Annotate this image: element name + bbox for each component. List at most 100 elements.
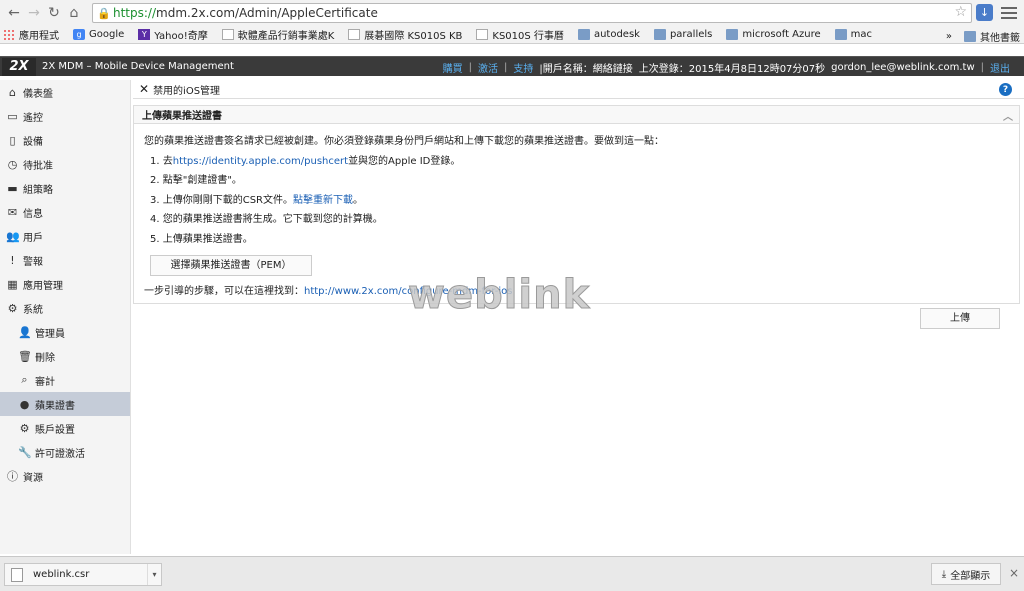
sidebar-item-label: 蘋果證書 (35, 400, 75, 412)
url-scheme: https:// (113, 6, 157, 20)
guide-prefix: 一步引導的步驟，可以在這裡找到： (144, 286, 304, 297)
sidebar-item[interactable]: 👥 用戶 (0, 224, 130, 248)
sidebar-item[interactable]: ! 警報 (0, 248, 130, 272)
last-login: 上次登錄：2015年4月8日12時07分07秒 (638, 63, 826, 75)
sidebar-item[interactable]: ▯ 設備 (0, 128, 130, 152)
bookmark-item[interactable]: microsoft Azure (726, 29, 821, 40)
tab-bar: ✕ 禁用的iOS管理 (133, 80, 1024, 99)
home-icon[interactable]: ⌂ (64, 3, 84, 23)
collapse-icon[interactable]: ︿ (1003, 108, 1013, 123)
trash-icon: 🗑 (18, 349, 32, 363)
buy-link[interactable]: 購買 (443, 60, 463, 75)
help-icon[interactable]: ? (999, 83, 1012, 96)
download-filename: weblink.csr (33, 569, 90, 580)
monitor-icon: ▭ (7, 109, 18, 123)
sidebar-item[interactable]: ⌕ 審計 (0, 368, 130, 392)
bookmarks-other[interactable]: » 其他書籤 (946, 29, 1020, 44)
sidebar-item[interactable]: ⚙ 系統 (0, 296, 130, 320)
activate-link[interactable]: 激活 (478, 60, 498, 75)
yahoo-icon: Y (138, 29, 151, 40)
sidebar-item-label: 審計 (35, 376, 55, 388)
folder-icon (726, 29, 739, 40)
url-path: mdm.2x.com/Admin/AppleCertificate (156, 6, 378, 20)
sidebar-item-label: 賬戶設置 (35, 424, 75, 436)
close-icon[interactable]: ✕ (139, 82, 149, 96)
address-bar[interactable]: 🔒 https://mdm.2x.com/Admin/AppleCertific… (92, 3, 972, 23)
bookmark-item[interactable]: g Google (73, 29, 124, 40)
app-header: 2X 2X MDM – Mobile Device Management 購買 … (0, 56, 1024, 76)
sidebar-item-label: 儀表盤 (23, 88, 53, 100)
bookmarks-overflow[interactable]: » (946, 31, 952, 42)
audit-icon: ⌕ (21, 373, 28, 386)
sidebar-item-label: 設備 (23, 136, 43, 148)
bookmark-label: parallels (669, 29, 713, 40)
phone-icon: ▯ (9, 133, 16, 147)
sidebar-item-label: 管理員 (35, 328, 65, 340)
bookmark-item[interactable]: KS010S 行事曆 (476, 27, 564, 42)
redownload-link[interactable]: 點擊重新下載 (293, 195, 353, 206)
apple-pushcert-link[interactable]: https://identity.apple.com/pushcert (173, 156, 348, 167)
alert-icon: ! (10, 253, 15, 267)
forward-arrow-icon[interactable]: → (24, 3, 44, 23)
support-link[interactable]: 支持 (513, 60, 533, 75)
bookmark-item[interactable]: parallels (653, 29, 713, 40)
bookmark-item[interactable]: 應用程式 (3, 27, 59, 42)
tab-disabled-ios[interactable]: 禁用的iOS管理 (153, 82, 220, 97)
folder-icon (653, 29, 666, 40)
step-5: 5. 上傳蘋果推送證書。 (150, 233, 253, 245)
sidebar-item[interactable]: 👤 管理員 (0, 320, 130, 344)
show-all-label: 全部顯示 (950, 570, 991, 582)
chevron-down-icon[interactable]: ▾ (147, 564, 161, 585)
folder-icon (834, 29, 847, 40)
step-4: 4. 您的蘋果推送證書將生成。它下載到您的計算機。 (150, 214, 383, 225)
bookmark-item[interactable]: autodesk (577, 29, 640, 40)
gears-icon: ⚙ (7, 301, 18, 315)
bookmark-item[interactable]: mac (834, 29, 872, 40)
sidebar-item-label: 組策略 (23, 184, 53, 196)
sidebar-item[interactable]: ▭ 遙控 (0, 104, 130, 128)
sidebar-item[interactable]: 🗑 刪除 (0, 344, 130, 368)
bookmark-label: 應用程式 (19, 31, 59, 42)
sidebar-item[interactable]: ⓘ 資源 (0, 464, 130, 488)
sidebar: ⌂ 儀表盤 ▭ 遙控 ▯ 設備 ◷ 待批准 ▬ 組策略 ✉ 信息 👥 用戶! 警報 ▦ 應用管理 ⚙ 系統 👤 管理員 🗑… (0, 80, 131, 554)
gear-icon: ⚙ (19, 421, 30, 435)
menu-icon[interactable] (1001, 4, 1017, 21)
sidebar-item[interactable]: 🔧 許可證激活 (0, 440, 130, 464)
logout-link[interactable]: 退出 (990, 60, 1010, 75)
sidebar-item-label: 許可證激活 (35, 448, 85, 460)
page-icon (348, 29, 361, 40)
page-icon (476, 29, 489, 40)
upload-button[interactable]: 上傳 (920, 308, 1000, 329)
sidebar-item[interactable]: ● 蘋果證書 (0, 392, 130, 416)
sidebar-item[interactable]: ⚙ 賬戶設置 (0, 416, 130, 440)
download-item[interactable]: weblink.csr ▾ (4, 563, 162, 586)
back-arrow-icon[interactable]: ← (4, 3, 24, 23)
bookmark-item[interactable]: 展碁國際 KS010S KB (348, 27, 462, 42)
other-bookmarks-label[interactable]: 其他書籤 (980, 29, 1020, 44)
step-3: 3. 上傳你剛剛下載的CSR文件。點擊重新下載。 (144, 191, 1009, 211)
star-icon[interactable]: ☆ (954, 4, 967, 20)
panel-header: 上傳蘋果推送證書 ︿ (134, 106, 1019, 124)
download-icon: ⤓ (941, 568, 947, 580)
step-1: 1. 去https://identity.apple.com/pushcert並… (144, 152, 1009, 172)
sidebar-item-label: 信息 (23, 208, 43, 220)
sidebar-item[interactable]: ▦ 應用管理 (0, 272, 130, 296)
bookmark-item[interactable]: 軟體產品行銷事業處K (221, 27, 335, 42)
sidebar-item[interactable]: ⌂ 儀表盤 (0, 80, 130, 104)
apps-icon (3, 29, 15, 40)
sidebar-item[interactable]: ✉ 信息 (0, 200, 130, 224)
sidebar-item[interactable]: ◷ 待批准 (0, 152, 130, 176)
apps-icon: ▦ (7, 277, 18, 291)
bookmark-label: 軟體產品行銷事業處K (237, 31, 335, 42)
bookmark-item[interactable]: Y Yahoo!奇摩 (138, 27, 208, 42)
sidebar-item-label: 資源 (23, 472, 43, 484)
account-name: |開戶名稱：網絡鏈接 (539, 63, 633, 75)
apple-cert-icon: ● (19, 397, 30, 411)
sidebar-item[interactable]: ▬ 組策略 (0, 176, 130, 200)
clock-icon: ◷ (7, 157, 18, 171)
show-all-downloads-button[interactable]: ⤓ 全部顯示 (931, 563, 1001, 585)
extension-download-icon[interactable]: ↓ (976, 4, 993, 21)
reload-icon[interactable]: ↻ (44, 3, 64, 23)
choose-pem-button[interactable]: 選擇蘋果推送證書（PEM） (150, 255, 312, 276)
close-icon[interactable]: × (1009, 566, 1019, 580)
